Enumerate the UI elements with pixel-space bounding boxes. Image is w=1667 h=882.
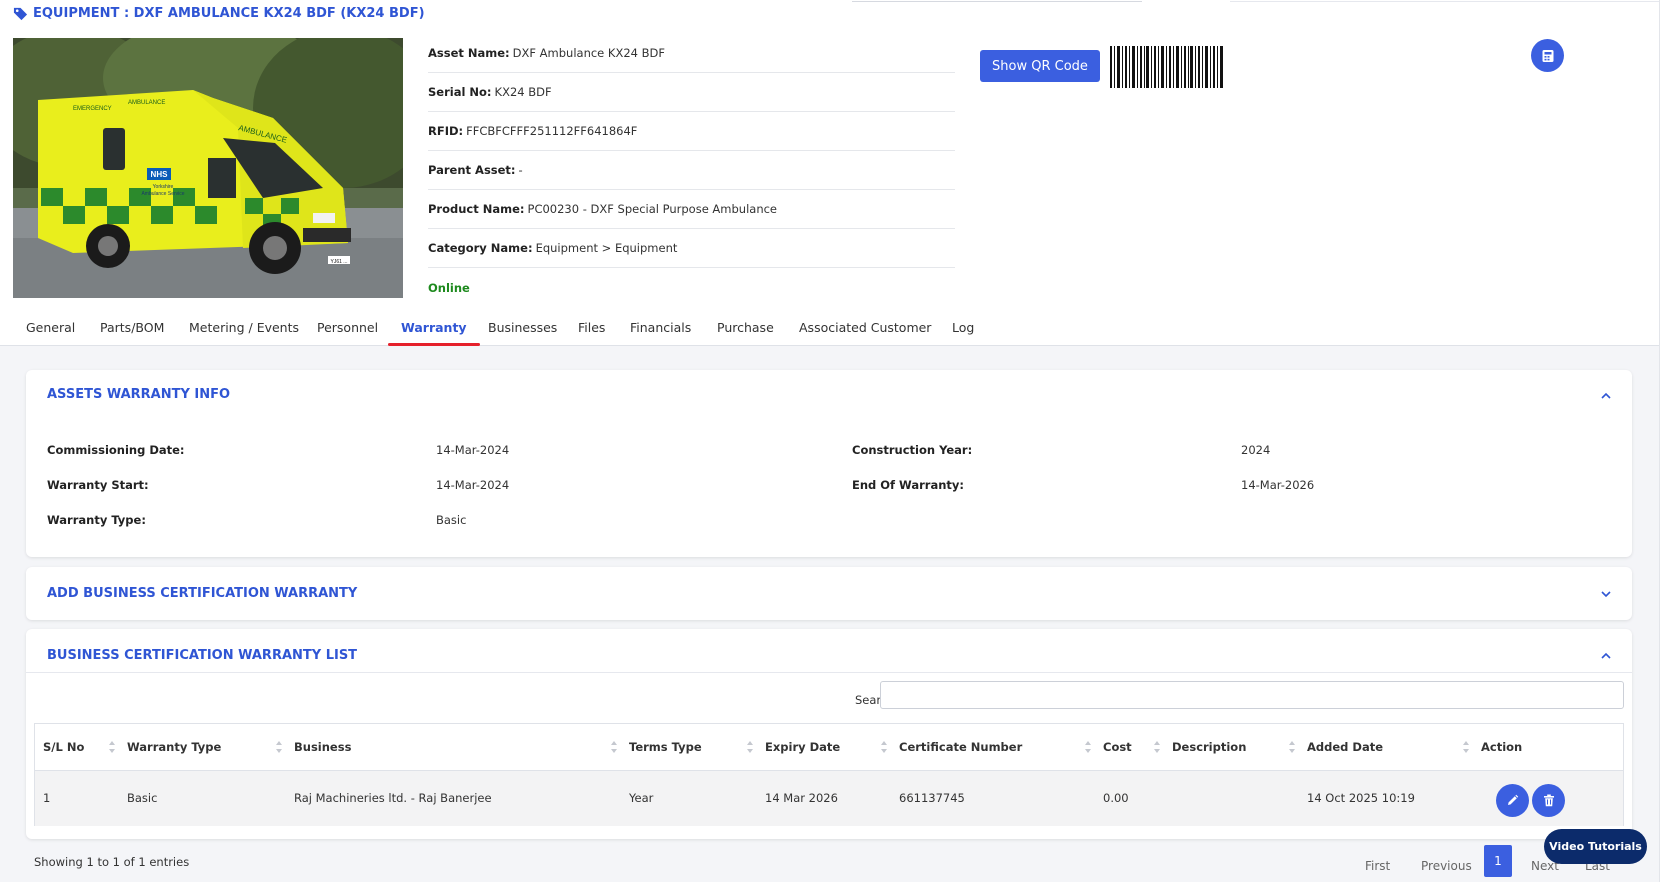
tab-businesses[interactable]: Businesses [488, 314, 557, 346]
tab-associated-customer[interactable]: Associated Customer [799, 314, 931, 346]
col-terms-type[interactable]: Terms Type [629, 724, 702, 770]
search-input[interactable] [880, 681, 1624, 709]
col-expiry-date[interactable]: Expiry Date [765, 724, 840, 770]
cell-cost: 0.00 [1103, 791, 1129, 805]
cell-terms-type: Year [629, 791, 654, 805]
col-warranty-type[interactable]: Warranty Type [127, 724, 221, 770]
detail-product-name: Product Name: PC00230 - DXF Special Purp… [428, 190, 955, 229]
top-right-area [1230, 0, 1660, 2]
cell-warranty-type: Basic [127, 791, 158, 805]
calculator-button[interactable] [1531, 39, 1564, 72]
col-cost[interactable]: Cost [1103, 724, 1132, 770]
top-search-bar[interactable] [852, 0, 1142, 2]
barcode-image [1110, 46, 1223, 88]
delete-button[interactable] [1532, 784, 1565, 817]
col-description[interactable]: Description [1172, 724, 1246, 770]
cell-sl-no: 1 [43, 791, 51, 805]
warranty-start-label: Warranty Start: [47, 478, 149, 492]
tab-warranty[interactable]: Warranty [401, 314, 467, 346]
edit-button[interactable] [1496, 784, 1529, 817]
service-line1: Yorkshire [153, 184, 174, 190]
calculator-icon [1542, 49, 1553, 62]
warranty-type-label: Warranty Type: [47, 513, 146, 527]
asset-photo: NHS Yorkshire Ambulance Service EMERGENC… [13, 38, 403, 298]
nhs-logo-text: NHS [151, 170, 169, 179]
add-business-certification-card[interactable]: ADD BUSINESS CERTIFICATION WARRANTY [26, 567, 1632, 620]
business-certification-list-title: BUSINESS CERTIFICATION WARRANTY LIST [47, 648, 358, 663]
chevron-up-icon[interactable] [1600, 650, 1612, 662]
sort-icon[interactable] [1288, 740, 1296, 754]
asset-details: Asset Name: DXF Ambulance KX24 BDF Seria… [428, 34, 955, 307]
sort-icon[interactable] [1462, 740, 1470, 754]
detail-asset-name: Asset Name: DXF Ambulance KX24 BDF [428, 34, 955, 73]
asset-tabs: General Parts/BOM Metering / Events Pers… [0, 314, 1659, 346]
sort-icon[interactable] [108, 740, 116, 754]
construction-year-value: 2024 [1241, 443, 1271, 457]
commissioning-date-label: Commissioning Date: [47, 443, 185, 457]
detail-serial-no: Serial No: KX24 BDF [428, 73, 955, 112]
warranty-start-value: 14-Mar-2024 [436, 478, 510, 492]
service-line2: Ambulance Service [141, 191, 184, 197]
cell-expiry-date: 14 Mar 2026 [765, 791, 838, 805]
col-added-date[interactable]: Added Date [1307, 724, 1383, 770]
chevron-up-icon[interactable] [1600, 390, 1612, 402]
construction-year-label: Construction Year: [852, 443, 973, 457]
sort-icon[interactable] [275, 740, 283, 754]
tab-metering-events[interactable]: Metering / Events [189, 314, 299, 346]
sort-icon[interactable] [610, 740, 618, 754]
status-row: Online [428, 268, 955, 307]
card-divider [26, 672, 1632, 673]
end-of-warranty-label: End Of Warranty: [852, 478, 964, 492]
pagination-first[interactable]: First [1365, 859, 1390, 873]
tab-general[interactable]: General [26, 314, 75, 346]
show-qr-code-button[interactable]: Show QR Code [980, 50, 1100, 82]
commissioning-date-value: 14-Mar-2024 [436, 443, 510, 457]
cell-certificate-number: 661137745 [899, 791, 965, 805]
detail-category-name: Category Name: Equipment > Equipment [428, 229, 955, 268]
col-action: Action [1481, 740, 1523, 754]
emergency-text: EMERGENCY [73, 106, 112, 112]
warranty-type-value: Basic [436, 513, 467, 527]
page-title: EQUIPMENT : DXF AMBULANCE KX24 BDF (KX24… [13, 3, 425, 23]
chevron-down-icon[interactable] [1600, 588, 1612, 600]
pencil-icon [1508, 794, 1519, 805]
add-business-certification-title[interactable]: ADD BUSINESS CERTIFICATION WARRANTY [47, 586, 357, 601]
sort-icon[interactable] [1084, 740, 1092, 754]
pagination-page-1[interactable]: 1 [1484, 845, 1512, 877]
cell-added-date: 14 Oct 2025 10:19 [1307, 791, 1415, 805]
tab-files[interactable]: Files [578, 314, 605, 346]
col-business[interactable]: Business [294, 724, 351, 770]
col-sl-no[interactable]: S/L No [43, 724, 84, 770]
sort-icon[interactable] [1153, 740, 1161, 754]
tab-purchase[interactable]: Purchase [717, 314, 774, 346]
ambulance-image: NHS Yorkshire Ambulance Service EMERGENC… [13, 38, 403, 298]
tab-parts-bom[interactable]: Parts/BOM [100, 314, 164, 346]
plate-text: YJ61 ... [331, 259, 348, 265]
sort-icon[interactable] [746, 740, 754, 754]
cell-business: Raj Machineries ltd. - Raj Banerjee [294, 791, 492, 805]
sort-icon[interactable] [880, 740, 888, 754]
tab-log[interactable]: Log [952, 314, 974, 346]
tab-financials[interactable]: Financials [630, 314, 691, 346]
right-divider [1659, 0, 1660, 882]
ambulance-roof-text: AMBULANCE [128, 100, 165, 106]
tab-personnel[interactable]: Personnel [317, 314, 378, 346]
status-online: Online [428, 280, 470, 295]
pagination-previous[interactable]: Previous [1421, 859, 1472, 873]
page-title-text: EQUIPMENT : DXF AMBULANCE KX24 BDF (KX24… [33, 5, 425, 21]
video-tutorials-button[interactable]: Video Tutorials [1544, 829, 1647, 864]
assets-warranty-info-card: ASSETS WARRANTY INFO Commissioning Date:… [26, 370, 1632, 557]
detail-parent-asset: Parent Asset: - [428, 151, 955, 190]
business-certification-list-card: BUSINESS CERTIFICATION WARRANTY LIST Sea… [26, 629, 1632, 839]
showing-entries: Showing 1 to 1 of 1 entries [34, 855, 190, 869]
trash-icon [1543, 794, 1554, 807]
assets-warranty-info-title: ASSETS WARRANTY INFO [47, 387, 231, 402]
tag-icon [13, 7, 28, 20]
col-certificate-number[interactable]: Certificate Number [899, 724, 1022, 770]
certification-table: S/L No Warranty Type Business Terms Type… [34, 723, 1624, 826]
end-of-warranty-value: 14-Mar-2026 [1241, 478, 1315, 492]
detail-rfid: RFID: FFCBFCFFF251112FF641864F [428, 112, 955, 151]
